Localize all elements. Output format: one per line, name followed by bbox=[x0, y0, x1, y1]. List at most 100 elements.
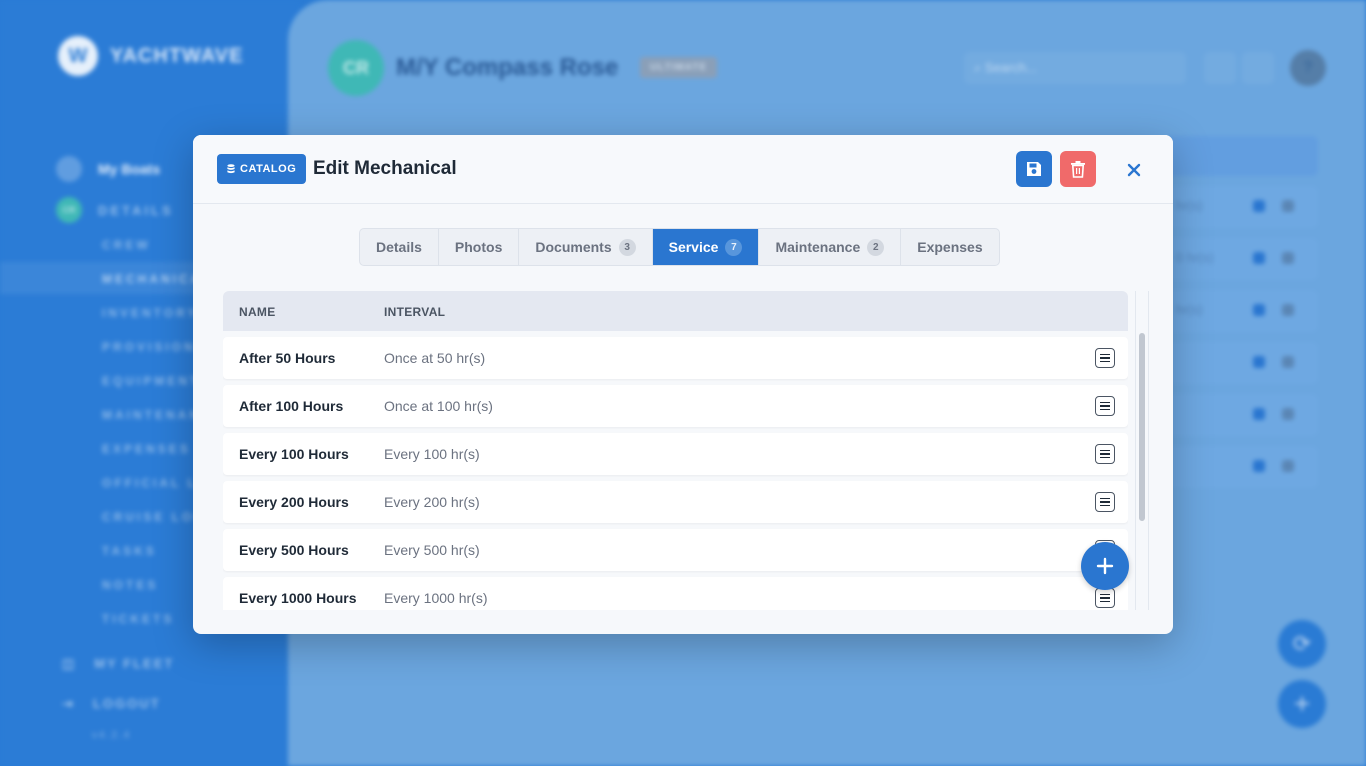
database-icon bbox=[227, 164, 235, 174]
delete-button[interactable] bbox=[1060, 151, 1096, 187]
tab-service-count: 7 bbox=[725, 238, 743, 256]
row-name: Every 100 Hours bbox=[239, 446, 349, 462]
help-icon[interactable]: ? bbox=[1290, 50, 1326, 86]
list-view-button[interactable] bbox=[1242, 52, 1274, 84]
modal-header: CATALOG Edit Mechanical bbox=[193, 135, 1173, 204]
tab-documents[interactable]: Documents 3 bbox=[519, 229, 653, 265]
table-row[interactable]: After 100 Hours Once at 100 hr(s) bbox=[223, 385, 1128, 427]
grid-view-button[interactable] bbox=[1204, 52, 1236, 84]
menu-icon[interactable] bbox=[1282, 356, 1294, 368]
service-table: NAME INTERVAL After 50 Hours Once at 50 … bbox=[223, 291, 1128, 610]
row-interval: Every 1000 hr(s) bbox=[384, 590, 488, 606]
background-row bbox=[1168, 394, 1318, 436]
tab-maintenance-count: 2 bbox=[867, 238, 885, 256]
table-row[interactable]: Every 1000 Hours Every 1000 hr(s) bbox=[223, 577, 1128, 610]
table-row[interactable]: Every 100 Hours Every 100 hr(s) bbox=[223, 433, 1128, 475]
table-row[interactable]: After 50 Hours Once at 50 hr(s) bbox=[223, 337, 1128, 379]
background-row: hr(s) bbox=[1168, 290, 1318, 332]
table-row[interactable]: Every 500 Hours Every 500 hr(s) bbox=[223, 529, 1128, 571]
tab-service[interactable]: Service 7 bbox=[652, 229, 760, 265]
plan-badge: ULTIMATE bbox=[640, 57, 718, 78]
tab-photos[interactable]: Photos bbox=[439, 229, 520, 265]
background-table-header bbox=[1168, 136, 1318, 176]
plus-icon: + bbox=[1293, 688, 1311, 719]
tab-documents-count: 3 bbox=[618, 238, 636, 256]
column-header-interval[interactable]: INTERVAL bbox=[384, 305, 445, 319]
search-placeholder: Search... bbox=[984, 60, 1037, 75]
background-row-text: hr(s) bbox=[1176, 302, 1203, 317]
row-menu-icon[interactable] bbox=[1095, 396, 1115, 416]
tab-maintenance[interactable]: Maintenance 2 bbox=[759, 229, 902, 265]
row-interval: Once at 100 hr(s) bbox=[384, 398, 493, 414]
sidebar-my-boats-label: My Boats bbox=[98, 161, 161, 177]
sidebar-details-label: DETAILS bbox=[98, 202, 174, 218]
menu-icon[interactable] bbox=[1282, 252, 1294, 264]
background-row: hr(s) bbox=[1168, 186, 1318, 228]
row-menu-icon[interactable] bbox=[1095, 444, 1115, 464]
row-name: Every 1000 Hours bbox=[239, 590, 357, 606]
table-row[interactable]: Every 200 Hours Every 200 hr(s) bbox=[223, 481, 1128, 523]
vessel-name: M/Y Compass Rose bbox=[396, 54, 619, 81]
search-icon: ⌕ bbox=[974, 60, 982, 75]
tab-details-label: Details bbox=[376, 239, 422, 255]
edit-icon[interactable] bbox=[1253, 252, 1265, 264]
row-menu-icon[interactable] bbox=[1095, 588, 1115, 608]
menu-icon[interactable] bbox=[1282, 304, 1294, 316]
sidebar-my-boats[interactable]: My Boats bbox=[56, 156, 160, 182]
row-interval: Once at 50 hr(s) bbox=[384, 350, 486, 366]
table-scrollbar[interactable] bbox=[1135, 291, 1149, 610]
search-input[interactable]: ⌕ Search... bbox=[964, 52, 1186, 84]
row-name: Every 200 Hours bbox=[239, 494, 349, 510]
row-interval: Every 100 hr(s) bbox=[384, 446, 480, 462]
trash-icon bbox=[1071, 161, 1085, 178]
edit-mechanical-modal: CATALOG Edit Mechanical Details Photos D… bbox=[193, 135, 1173, 634]
scrollbar-thumb[interactable] bbox=[1139, 333, 1145, 521]
sidebar-details[interactable]: CR DETAILS bbox=[56, 197, 174, 223]
tab-expenses[interactable]: Expenses bbox=[901, 229, 998, 265]
background-row-text: hr(s) bbox=[1176, 198, 1203, 213]
row-menu-icon[interactable] bbox=[1095, 348, 1115, 368]
background-row bbox=[1168, 342, 1318, 384]
boat-icon bbox=[56, 156, 82, 182]
catalog-label: CATALOG bbox=[240, 163, 297, 175]
edit-icon[interactable] bbox=[1253, 460, 1265, 472]
sidebar-my-fleet[interactable]: ◫ MY FLEET bbox=[62, 656, 174, 672]
table-header: NAME INTERVAL bbox=[223, 291, 1128, 331]
tab-photos-label: Photos bbox=[454, 239, 503, 255]
tab-details[interactable]: Details bbox=[360, 229, 439, 265]
row-interval: Every 200 hr(s) bbox=[384, 494, 480, 510]
edit-icon[interactable] bbox=[1253, 304, 1265, 316]
sidebar-my-fleet-label: MY FLEET bbox=[94, 656, 175, 671]
sidebar-logout-label: LOGOUT bbox=[92, 696, 161, 711]
close-button[interactable] bbox=[1119, 155, 1149, 185]
sidebar-avatar: CR bbox=[56, 197, 82, 223]
brand-name: YACHTWAVE bbox=[110, 44, 244, 67]
modal-tabs: Details Photos Documents 3 Service 7 Maint… bbox=[359, 228, 1000, 266]
vessel-avatar: CR bbox=[328, 40, 384, 96]
save-button[interactable] bbox=[1016, 151, 1052, 187]
row-menu-icon[interactable] bbox=[1095, 492, 1115, 512]
edit-icon[interactable] bbox=[1253, 200, 1265, 212]
sidebar-logout[interactable]: ⇥ LOGOUT bbox=[62, 696, 161, 712]
refresh-icon: ⟳ bbox=[1292, 631, 1312, 656]
menu-icon[interactable] bbox=[1282, 408, 1294, 420]
row-name: After 50 Hours bbox=[239, 350, 336, 366]
logout-icon: ⇥ bbox=[62, 696, 75, 711]
background-row-text: 0 hr(s) bbox=[1176, 250, 1214, 265]
edit-icon[interactable] bbox=[1253, 356, 1265, 368]
catalog-badge: CATALOG bbox=[217, 154, 307, 184]
column-header-name[interactable]: NAME bbox=[239, 305, 276, 319]
brand-logo: W YACHTWAVE bbox=[58, 36, 243, 76]
edit-icon[interactable] bbox=[1253, 408, 1265, 420]
modal-title: Edit Mechanical bbox=[313, 158, 457, 179]
menu-icon[interactable] bbox=[1282, 200, 1294, 212]
add-service-button[interactable] bbox=[1081, 542, 1129, 590]
logo-icon: W bbox=[58, 36, 98, 76]
menu-icon[interactable] bbox=[1282, 460, 1294, 472]
sync-button[interactable]: ⟳ bbox=[1278, 620, 1326, 668]
tab-expenses-label: Expenses bbox=[917, 239, 983, 255]
background-add-button[interactable]: + bbox=[1278, 680, 1326, 728]
app-version: v4.2.4 bbox=[92, 730, 132, 741]
background-row: 0 hr(s) bbox=[1168, 238, 1318, 280]
row-name: Every 500 Hours bbox=[239, 542, 349, 558]
